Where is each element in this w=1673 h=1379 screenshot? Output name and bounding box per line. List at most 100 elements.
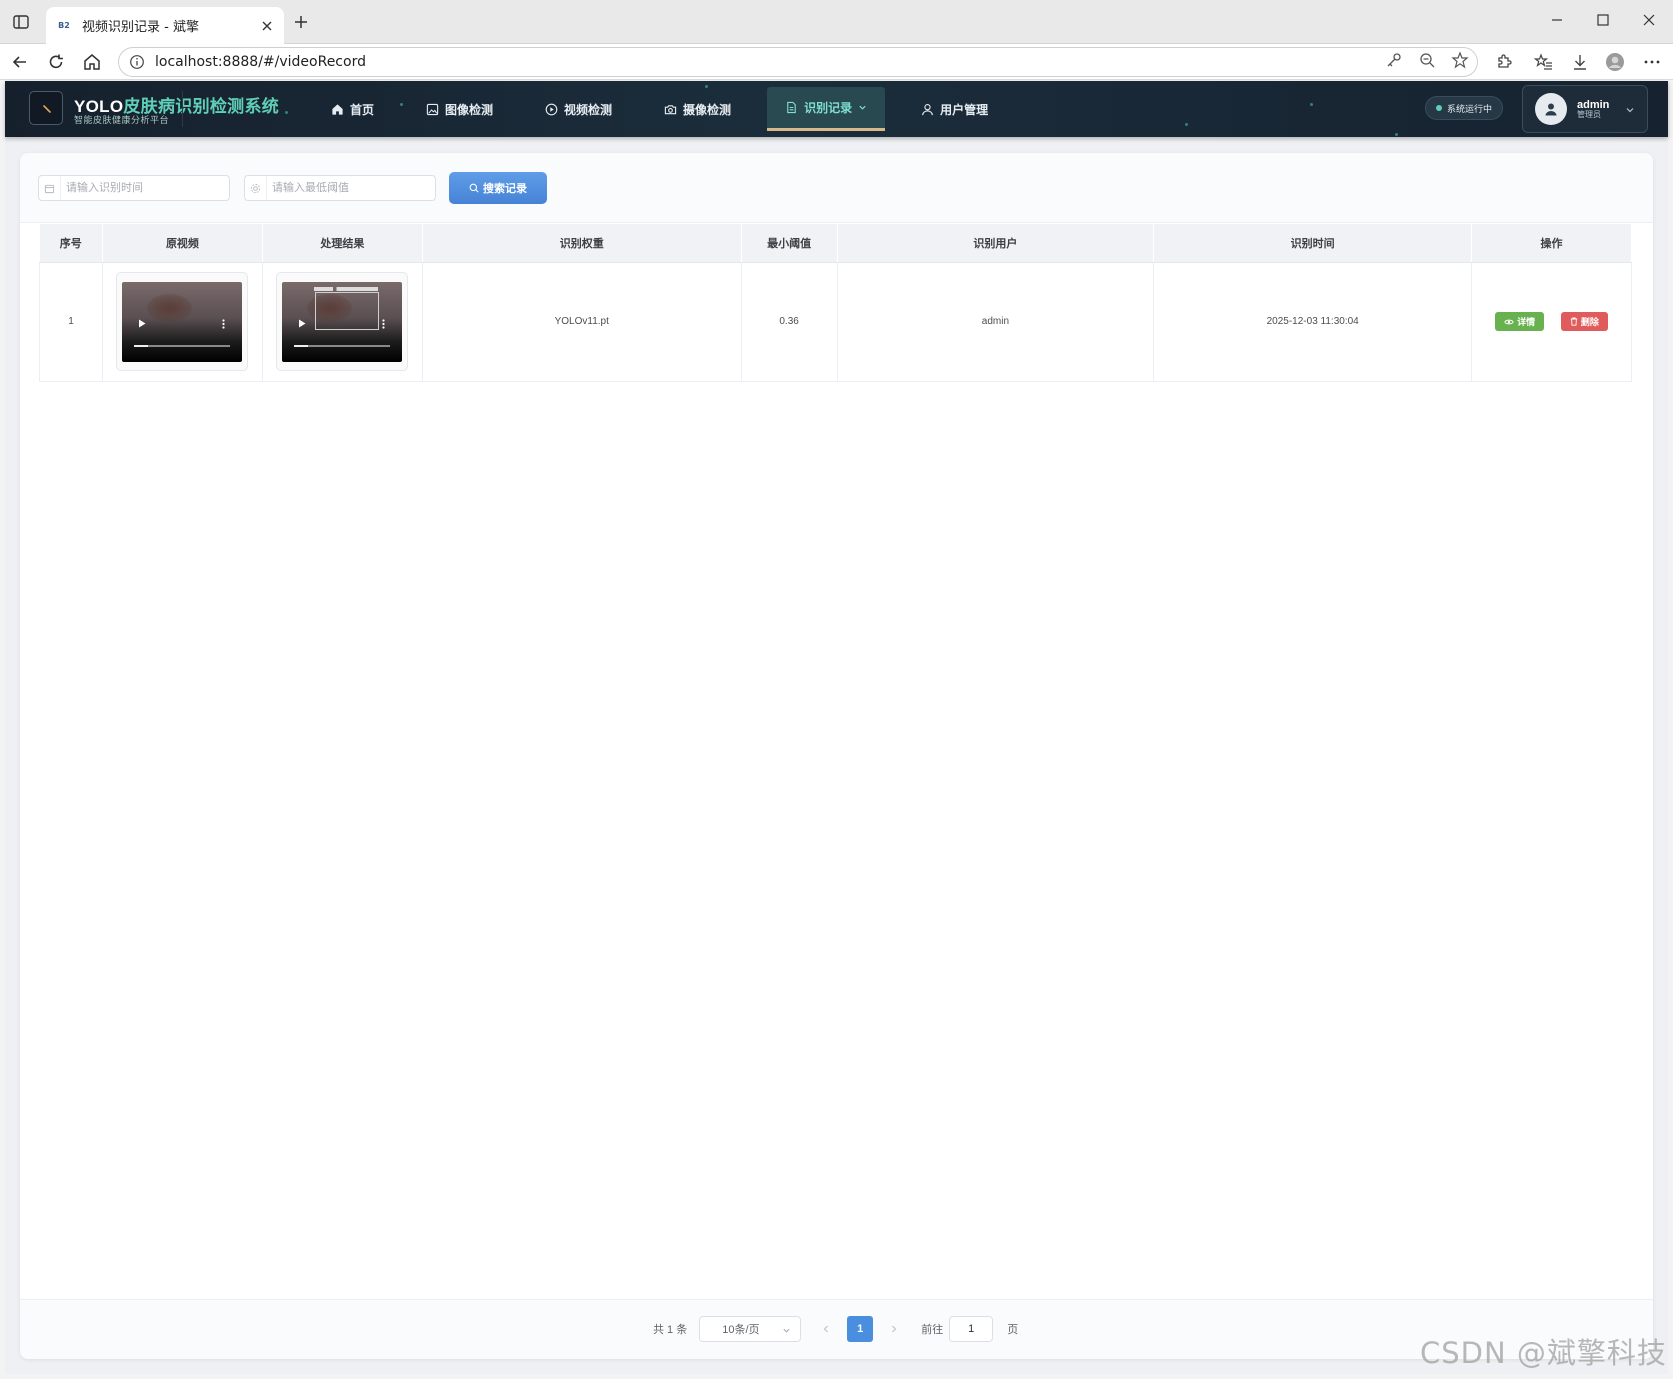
filter-bar: 搜索记录	[20, 153, 1653, 223]
col-threshold: 最小阈值	[741, 224, 838, 263]
result-video-player[interactable]	[276, 272, 409, 371]
search-button[interactable]: 搜索记录	[449, 172, 547, 204]
maximize-icon[interactable]	[1588, 8, 1618, 32]
url-text: localhost:8888/#/videoRecord	[155, 54, 366, 70]
page-suffix-label: 页	[1007, 1324, 1019, 1336]
watermark: CSDN @斌擎科技	[1420, 1336, 1667, 1370]
nav-user-manage[interactable]: 用户管理	[905, 81, 1004, 137]
more-vertical-icon[interactable]	[222, 318, 226, 329]
col-source-video: 原视频	[102, 224, 263, 263]
cell-index: 1	[39, 262, 103, 382]
browser-tab-bar: B2 视频识别记录 - 斌擎	[0, 0, 1673, 44]
site-info-icon[interactable]	[129, 54, 145, 70]
chevron-down-icon	[1626, 108, 1634, 113]
profile-icon[interactable]	[1605, 52, 1625, 72]
home-browser-icon[interactable]	[82, 52, 102, 72]
minimize-icon[interactable]	[1542, 8, 1572, 32]
col-result-video: 处理结果	[262, 224, 423, 263]
time-search-field[interactable]	[38, 175, 230, 201]
col-user: 识别用户	[837, 224, 1155, 263]
zoom-icon[interactable]	[1418, 51, 1436, 69]
new-tab-icon[interactable]	[292, 13, 310, 31]
page-number-current[interactable]: 1	[847, 1316, 874, 1342]
records-card: 搜索记录 序号 原视频 处理结果 识别权重 最小阈值 识别用户 识别时间 操作	[20, 153, 1653, 1359]
window-close-icon[interactable]	[1634, 8, 1664, 32]
nav-camera-detect[interactable]: 摄像检测	[648, 81, 747, 137]
video-progress-bar[interactable]	[294, 344, 391, 347]
threshold-search-input[interactable]	[267, 177, 427, 199]
cell-actions: 详情 删除	[1471, 262, 1632, 382]
header-divider	[182, 91, 183, 127]
image-icon	[426, 103, 439, 115]
nav-image-detect[interactable]: 图像检测	[410, 81, 509, 137]
video-thumbnail	[282, 281, 403, 362]
prev-page-icon[interactable]	[813, 1316, 839, 1342]
trash-icon	[1570, 317, 1578, 326]
more-vertical-icon[interactable]	[382, 318, 386, 329]
nav-video-detect[interactable]: 视频检测	[529, 81, 628, 137]
records-table: 序号 原视频 处理结果 识别权重 最小阈值 识别用户 识别时间 操作 1 YOL…	[39, 224, 1632, 382]
status-dot-icon	[1436, 105, 1442, 111]
user-icon	[922, 103, 933, 115]
col-actions: 操作	[1471, 224, 1632, 263]
pagination-bar: 共 1 条 10条/页 1 前往 1 页	[20, 1299, 1653, 1359]
col-index: 序号	[39, 224, 103, 263]
source-video-player[interactable]	[116, 272, 249, 371]
url-field[interactable]: localhost:8888/#/videoRecord	[118, 47, 1478, 77]
downloads-icon[interactable]	[1570, 52, 1590, 72]
chevron-down-icon	[783, 1328, 790, 1333]
more-menu-icon[interactable]	[1642, 52, 1662, 72]
cell-user: admin	[837, 262, 1155, 382]
delete-button[interactable]: 删除	[1560, 311, 1608, 331]
nav-records[interactable]: 识别记录	[767, 87, 886, 131]
favicon-icon: B2	[58, 21, 70, 30]
play-icon[interactable]	[298, 319, 306, 328]
eye-icon	[1504, 319, 1514, 325]
cell-weight: YOLOv11.pt	[422, 262, 742, 382]
close-tab-icon[interactable]	[260, 19, 274, 33]
goto-page-input[interactable]: 1	[949, 1316, 994, 1342]
threshold-search-field[interactable]	[244, 175, 436, 201]
time-search-input[interactable]	[61, 177, 221, 199]
col-time: 识别时间	[1153, 224, 1473, 263]
brand-subtitle: 智能皮肤健康分析平台	[74, 115, 170, 125]
chevron-down-icon	[859, 105, 866, 110]
search-icon	[469, 183, 479, 193]
app-root: YOLO皮肤病识别检测系统 智能皮肤健康分析平台 首页 图像检测 视频检测 摄像…	[5, 81, 1668, 1374]
reload-icon[interactable]	[46, 52, 66, 72]
video-thumbnail	[122, 281, 243, 362]
next-page-icon[interactable]	[881, 1316, 907, 1342]
password-key-icon[interactable]	[1385, 51, 1403, 69]
avatar	[1535, 93, 1567, 125]
cell-result-video	[262, 262, 423, 382]
tab-title: 视频识别记录 - 斌擎	[82, 20, 199, 35]
user-menu[interactable]: admin 管理员	[1522, 85, 1648, 133]
total-count: 共 1 条	[653, 1324, 688, 1336]
table-header-row: 序号 原视频 处理结果 识别权重 最小阈值 识别用户 识别时间 操作	[39, 224, 1632, 263]
document-icon	[787, 101, 796, 114]
user-name: admin	[1577, 98, 1610, 111]
settings-icon	[245, 176, 267, 200]
home-icon	[332, 103, 343, 115]
cell-time: 2025-12-03 11:30:04	[1153, 262, 1473, 382]
table-row: 1 YOLOv11.pt 0.36 admin 2025-12-03 11:30…	[39, 262, 1632, 382]
favorites-list-icon[interactable]	[1534, 52, 1554, 72]
calendar-icon	[39, 176, 61, 200]
address-bar: localhost:8888/#/videoRecord	[0, 44, 1673, 80]
detection-box	[315, 291, 380, 330]
video-progress-bar[interactable]	[134, 344, 231, 347]
logo-icon[interactable]	[29, 91, 63, 125]
col-weight: 识别权重	[422, 224, 742, 263]
page-size-select[interactable]: 10条/页	[699, 1316, 802, 1342]
sidebar-toggle-icon[interactable]	[12, 13, 30, 31]
cell-threshold: 0.36	[741, 262, 838, 382]
extensions-icon[interactable]	[1494, 52, 1514, 72]
user-meta: admin 管理员	[1577, 99, 1609, 120]
browser-tab[interactable]: B2 视频识别记录 - 斌擎	[46, 7, 284, 44]
play-icon[interactable]	[138, 319, 146, 328]
favorite-star-icon[interactable]	[1451, 51, 1469, 69]
back-icon[interactable]	[10, 52, 30, 72]
nav-home[interactable]: 首页	[315, 81, 390, 137]
detail-button[interactable]: 详情	[1495, 312, 1545, 332]
system-status-badge: 系统运行中	[1425, 96, 1504, 120]
